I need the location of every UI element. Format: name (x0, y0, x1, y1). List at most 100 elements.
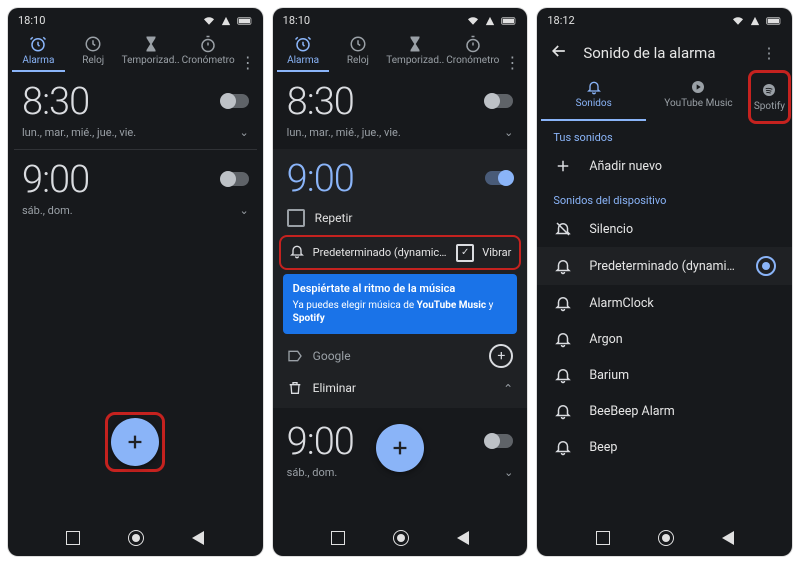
alarm-list-expanded: 8:30 lun., mar., mié., jue., vie. ⌄ 9:00… (273, 72, 528, 520)
tab-sounds[interactable]: Sonidos (541, 73, 646, 121)
sound-name: Predeterminado (dynamic_alarm... (589, 259, 740, 274)
overflow-menu-icon[interactable]: ⋮ (501, 53, 523, 72)
alarm-time: 9:00 (22, 158, 89, 202)
bell-icon (289, 243, 305, 262)
add-alarm-fab[interactable] (376, 424, 424, 472)
alarm-toggle[interactable] (485, 171, 513, 185)
tab-stopwatch[interactable]: Cronómetro (182, 33, 235, 72)
alarm-row-expanded: 9:00 Repetir Predeterminado (dynamic_ala… (273, 149, 528, 408)
nav-home-icon[interactable] (393, 530, 409, 546)
nav-recent-icon[interactable] (331, 531, 345, 545)
vibrate-label: Vibrar (482, 246, 511, 259)
alarm-list: 8:30 lun., mar., mié., jue., vie. ⌄ 9:00… (8, 72, 263, 520)
music-tooltip: Despiértate al ritmo de la música Ya pue… (283, 274, 518, 334)
tab-alarm-label: Alarma (287, 55, 319, 66)
repeat-row[interactable]: Repetir (273, 203, 528, 233)
alarm-toggle[interactable] (485, 94, 513, 108)
sound-item[interactable]: Barium (537, 357, 792, 393)
tab-sounds-label: Sonidos (576, 98, 612, 109)
vibrate-checkbox[interactable] (456, 244, 474, 262)
alarm-toggle[interactable] (221, 172, 249, 186)
sound-name: BeeBeep Alarm (589, 404, 674, 419)
tab-stopwatch[interactable]: Cronómetro (446, 33, 499, 72)
sound-name: Barium (589, 368, 629, 383)
tab-spotify[interactable]: Spotify (754, 76, 785, 118)
sound-name: Argon (589, 332, 622, 347)
alarm-time[interactable]: 9:00 (287, 157, 354, 201)
tab-timer[interactable]: Temporizad.. (386, 33, 444, 72)
add-alarm-fab[interactable] (111, 418, 159, 466)
status-icons (467, 16, 517, 26)
sound-name: Silencio (589, 222, 633, 237)
chevron-down-icon: ⌄ (239, 204, 248, 217)
tab-alarm[interactable]: Alarma (277, 33, 330, 72)
delete-button[interactable]: Eliminar (287, 380, 356, 396)
sound-item-silence[interactable]: Silencio (537, 211, 792, 247)
add-new-label: Añadir nuevo (589, 159, 662, 174)
status-icons (203, 16, 253, 26)
selected-indicator-icon (756, 256, 776, 276)
alarm-row-2[interactable]: 9:00 (8, 150, 263, 204)
alarm-time: 8:30 (287, 80, 354, 124)
tab-timer-label: Temporizad.. (122, 55, 180, 66)
alarm-days: lun., mar., mié., jue., vie. (287, 126, 401, 139)
android-nav-bar (8, 520, 263, 556)
nav-home-icon[interactable] (658, 530, 674, 546)
sound-item-default[interactable]: Predeterminado (dynamic_alarm... (537, 247, 792, 285)
tab-stopwatch-label: Cronómetro (182, 55, 235, 66)
nav-back-icon[interactable] (192, 531, 204, 545)
nav-back-icon[interactable] (722, 531, 734, 545)
bell-icon (553, 294, 573, 312)
label-row[interactable]: Google + (273, 338, 528, 374)
add-new-sound[interactable]: Añadir nuevo (537, 148, 792, 184)
bell-icon (553, 438, 573, 456)
alarm-days-row[interactable]: lun., mar., mié., jue., vie. ⌄ (273, 126, 528, 149)
back-icon[interactable] (549, 41, 569, 65)
top-tabs: Alarma Reloj Temporizad.. Cronómetro ⋮ (273, 33, 528, 72)
nav-recent-icon[interactable] (66, 531, 80, 545)
nav-recent-icon[interactable] (596, 531, 610, 545)
nav-back-icon[interactable] (457, 531, 469, 545)
tab-timer-label: Temporizad.. (386, 55, 444, 66)
alarm-row-collapsed[interactable]: 8:30 (273, 72, 528, 126)
tab-timer[interactable]: Temporizad.. (122, 33, 180, 72)
sound-name: Beep (589, 440, 617, 455)
tooltip-body: Ya puedes elegir música de YouTube Music… (293, 299, 508, 326)
tab-alarm[interactable]: Alarma (12, 33, 65, 72)
overflow-menu-icon[interactable]: ⋮ (237, 53, 259, 72)
alarm-time: 8:30 (22, 80, 89, 124)
mute-icon (553, 220, 573, 238)
status-bar: 18:10 (273, 8, 528, 33)
status-bar: 18:12 (537, 8, 792, 33)
alarm-days-row[interactable]: lun., mar., mié., jue., vie. ⌄ (8, 126, 263, 149)
repeat-label: Repetir (315, 211, 353, 225)
nav-home-icon[interactable] (128, 530, 144, 546)
chevron-up-icon[interactable]: ⌄ (503, 381, 513, 395)
alarm-days-row[interactable]: sáb., dom. ⌄ (8, 204, 263, 227)
add-label-icon[interactable]: + (489, 344, 513, 368)
tab-clock-label: Reloj (347, 55, 369, 66)
status-time: 18:10 (283, 14, 310, 27)
bell-icon (553, 366, 573, 384)
alarm-toggle[interactable] (221, 94, 249, 108)
sound-name: AlarmClock (589, 296, 653, 311)
label-icon (287, 348, 303, 364)
sound-source-tabs: Sonidos YouTube Music Spotify (537, 73, 792, 121)
tab-clock[interactable]: Reloj (331, 33, 384, 72)
overflow-menu-icon[interactable]: ⋮ (758, 44, 780, 62)
alarm-sound-button[interactable]: Predeterminado (dynamic_alar.. (313, 246, 449, 259)
top-tabs: Alarma Reloj Temporizad.. Cronómetro ⋮ (8, 33, 263, 72)
sound-item[interactable]: Argon (537, 321, 792, 357)
tab-clock[interactable]: Reloj (67, 33, 120, 72)
phone-screen-1: 18:10 Alarma Reloj Temporizad.. Cronómet… (8, 8, 263, 556)
tab-alarm-label: Alarma (22, 55, 54, 66)
sound-item[interactable]: AlarmClock (537, 285, 792, 321)
sound-item[interactable]: Beep (537, 429, 792, 465)
sound-item[interactable]: BeeBeep Alarm (537, 393, 792, 429)
tooltip-title: Despiértate al ritmo de la música (293, 282, 508, 297)
chevron-down-icon: ⌄ (504, 126, 513, 139)
alarm-row-1[interactable]: 8:30 (8, 72, 263, 126)
repeat-checkbox[interactable] (287, 209, 305, 227)
tab-yt-label: YouTube Music (664, 98, 732, 109)
tab-youtube-music[interactable]: YouTube Music (646, 73, 751, 121)
